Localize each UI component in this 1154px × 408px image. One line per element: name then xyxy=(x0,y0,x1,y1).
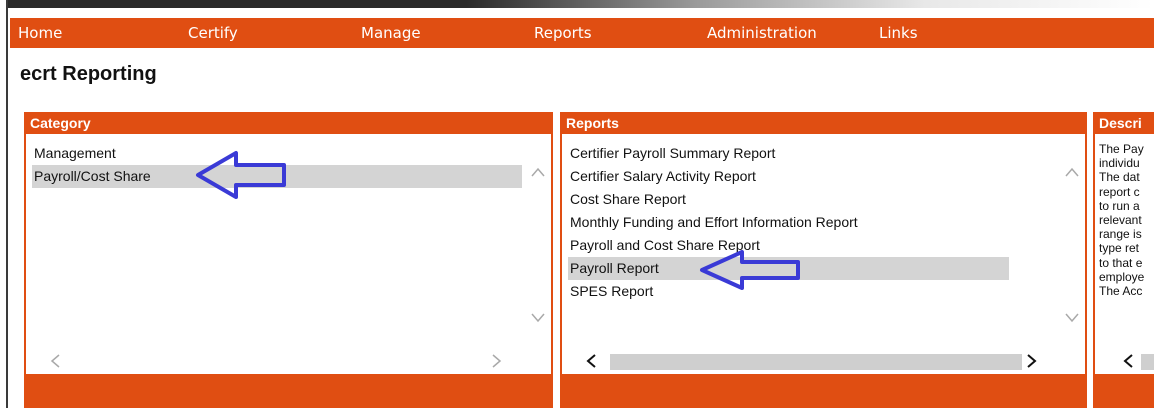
scrollbar-thumb[interactable] xyxy=(610,354,1022,370)
chevron-left-icon[interactable] xyxy=(586,352,596,372)
description-text: The Pay individu The dat report c to run… xyxy=(1099,142,1154,349)
chevron-right-icon[interactable] xyxy=(1027,352,1037,372)
description-line: to that e xyxy=(1099,255,1143,270)
description-horizontal-scrollbar[interactable] xyxy=(1095,352,1154,372)
description-line: type ret xyxy=(1099,241,1140,256)
description-line: The Acc xyxy=(1099,284,1143,299)
chevron-up-icon[interactable] xyxy=(531,166,545,180)
nav-links[interactable]: Links xyxy=(879,24,918,42)
description-line: The Pay xyxy=(1099,142,1144,156)
main-navbar: Home Certify Manage Reports Administrati… xyxy=(10,18,1154,48)
window-top-strip xyxy=(8,0,1154,8)
chevron-down-icon[interactable] xyxy=(1065,312,1079,326)
category-footer xyxy=(26,374,551,408)
description-line: range is xyxy=(1099,227,1142,242)
chevron-right-icon[interactable] xyxy=(492,352,502,372)
description-line: employe xyxy=(1099,269,1145,284)
description-line: report c xyxy=(1099,184,1140,199)
description-line: individu xyxy=(1099,156,1140,171)
page-title: ecrt Reporting xyxy=(20,63,157,85)
chevron-up-icon[interactable] xyxy=(1065,166,1079,180)
nav-reports[interactable]: Reports xyxy=(534,24,592,42)
report-item[interactable]: Certifier Payroll Summary Report xyxy=(568,142,1009,165)
left-arrow-annotation-icon xyxy=(700,250,800,290)
reports-panel: Reports Certifier Payroll Summary Report… xyxy=(560,112,1087,408)
description-line: relevant xyxy=(1099,213,1142,228)
reports-footer xyxy=(562,374,1085,408)
report-item[interactable]: Certifier Salary Activity Report xyxy=(568,165,1009,188)
description-line: to run a xyxy=(1099,198,1140,213)
nav-manage[interactable]: Manage xyxy=(361,24,421,42)
window-frame-left xyxy=(0,0,8,408)
report-item[interactable]: Monthly Funding and Effort Information R… xyxy=(568,211,1009,234)
category-header: Category xyxy=(26,112,551,134)
description-header: Descri xyxy=(1095,112,1154,134)
nav-home[interactable]: Home xyxy=(18,24,62,42)
scrollbar-thumb[interactable] xyxy=(1141,354,1154,370)
reports-horizontal-scrollbar[interactable] xyxy=(562,352,1085,372)
description-line: The dat xyxy=(1099,170,1140,185)
nav-certify[interactable]: Certify xyxy=(188,24,238,42)
nav-administration[interactable]: Administration xyxy=(707,24,817,42)
left-arrow-annotation-icon xyxy=(196,151,286,199)
category-panel: Category Management Payroll/Cost Share xyxy=(24,112,553,408)
category-horizontal-scrollbar[interactable] xyxy=(26,352,551,372)
report-item[interactable]: Cost Share Report xyxy=(568,188,1009,211)
description-footer xyxy=(1095,374,1154,408)
description-panel: Descri The Pay individu The dat report c… xyxy=(1093,112,1154,408)
chevron-left-icon[interactable] xyxy=(50,352,60,372)
reports-header: Reports xyxy=(562,112,1085,134)
chevron-left-icon[interactable] xyxy=(1123,352,1133,372)
chevron-down-icon[interactable] xyxy=(531,312,545,326)
